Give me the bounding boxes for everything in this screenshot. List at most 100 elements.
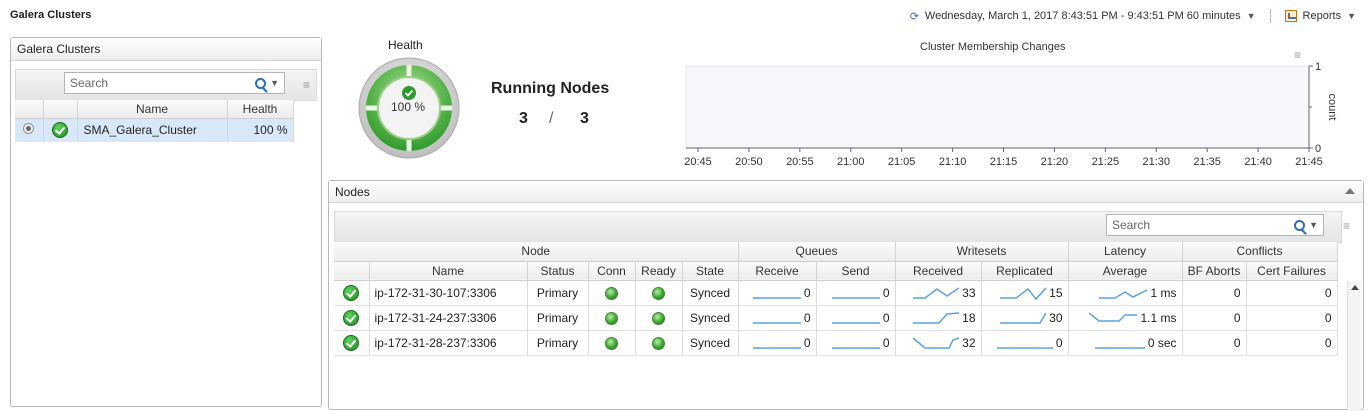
x-tick-label: 20:45 [684,156,712,168]
node-status-ok-icon [343,284,360,301]
row-radio[interactable] [23,123,35,135]
sparkline [1000,286,1047,300]
panel-title: Galera Clusters [11,38,321,61]
group-header-node: Node [334,242,739,262]
column-menu-icon[interactable]: ≡ [303,78,310,92]
node-state: Synced [682,305,739,331]
receive-value: 0 [803,310,811,325]
vertical-scrollbar[interactable] [1347,281,1361,411]
cluster-name[interactable]: SMA_Galera_Cluster [77,118,228,142]
x-tick-label: 21:05 [888,156,916,168]
table-row[interactable]: ip-172-31-28-237:3306 Primary Synced 0 0… [334,330,1338,356]
sparkline [913,286,960,299]
chart-title: Cluster Membership Changes [920,41,1066,53]
replicated-value: 15 [1049,285,1063,300]
table-row[interactable]: ip-172-31-24-237:3306 Primary Synced 0 0… [334,305,1338,331]
y-tick-label: 1 [1315,61,1321,73]
sparkline [831,321,880,324]
bf-aborts-value: 0 [1233,285,1241,300]
search-options-icon[interactable]: ▼ [270,78,279,88]
time-range-dropdown-icon[interactable]: ▼ [1247,11,1256,21]
collapse-icon[interactable] [1345,188,1355,194]
column-header-send[interactable]: Send [816,261,896,281]
top-toolbar: ⟳ Wednesday, March 1, 2017 8:43:51 PM - … [910,9,1356,23]
cluster-membership-chart: 20:45 20:50 20:55 21:00 21:05 21:10 21:15 21:20… [684,61,1338,168]
send-value: 0 [882,285,890,300]
group-header-queues: Queues [738,242,896,262]
y-tick-label: 0 [1315,143,1321,155]
sparkline [1094,346,1145,349]
node-status-ok-icon [343,309,360,326]
status-ok-icon [52,122,68,139]
column-header-status[interactable]: Status [527,261,589,281]
y-axis-label: count [1326,94,1338,121]
time-range-selector[interactable]: Wednesday, March 1, 2017 8:43:51 PM - 9:… [925,10,1241,22]
health-label: Health [388,38,423,52]
cluster-search-input[interactable]: Search ▼ [64,72,285,94]
receive-value: 0 [803,335,811,350]
node-status: Primary [527,280,589,306]
column-header-replicated[interactable]: Replicated [981,261,1069,281]
reports-button[interactable]: Reports [1303,10,1342,22]
status-column-header [43,100,78,119]
cert-failures-value: 0 [1324,310,1332,325]
sparkline [831,296,880,299]
search-options-icon[interactable]: ▼ [1309,220,1318,230]
reports-icon [1284,10,1297,22]
x-tick-label: 21:10 [939,156,967,168]
nodes-search-input[interactable]: Search ▼ [1106,214,1324,236]
table-row[interactable]: ip-172-31-30-107:3306 Primary Synced 0 0… [334,280,1338,306]
column-header-health[interactable]: Health [227,100,294,119]
time-range-icon: ⟳ [909,10,919,23]
node-name[interactable]: ip-172-31-30-107:3306 [369,280,528,306]
x-tick-label: 21:25 [1092,156,1120,168]
column-header-name[interactable]: Name [77,100,228,119]
column-header-received[interactable]: Received [895,261,982,281]
x-tick-label: 21:30 [1142,156,1170,168]
sparkline [1000,312,1047,324]
node-name[interactable]: ip-172-31-28-237:3306 [369,330,528,356]
select-column-header [15,100,44,119]
search-icon[interactable] [1294,219,1306,231]
column-header-conn[interactable]: Conn [588,261,636,281]
sparkline [831,346,880,349]
column-menu-icon[interactable]: ≡ [1343,219,1350,233]
send-value: 0 [882,310,890,325]
group-header-conflicts: Conflicts [1182,242,1338,262]
node-state: Synced [682,280,739,306]
ready-led-icon [652,311,665,325]
cluster-health: 100 % [227,118,294,142]
panel-title: Nodes [329,181,1363,203]
health-value: 100 % [390,100,426,114]
x-tick-label: 20:55 [786,156,814,168]
search-icon[interactable] [255,77,267,89]
x-tick-label: 21:15 [990,156,1018,168]
group-header-latency: Latency [1068,242,1183,262]
column-header-cert-failures[interactable]: Cert Failures [1246,261,1338,281]
column-header-name[interactable]: Name [369,261,528,281]
node-name[interactable]: ip-172-31-24-237:3306 [369,305,528,331]
send-value: 0 [882,335,890,350]
nodes-panel: Nodes Search ▼ ≡ Node Queues Writesets L… [328,180,1364,411]
sparkline [1089,311,1138,322]
column-header-ready[interactable]: Ready [635,261,683,281]
replicated-value: 0 [1055,335,1063,350]
average-value: 0 sec [1147,335,1177,350]
cert-failures-value: 0 [1324,335,1332,350]
reports-dropdown-icon[interactable]: ▼ [1347,11,1356,21]
column-header-receive[interactable]: Receive [738,261,817,281]
table-row[interactable]: SMA_Galera_Cluster 100 % [15,118,294,142]
conn-led-icon [605,336,618,350]
x-tick-label: 21:45 [1295,156,1323,168]
column-header-bf-aborts[interactable]: BF Aborts [1182,261,1247,281]
scroll-up-icon[interactable] [1351,285,1359,290]
received-value: 33 [962,285,976,300]
column-header-average[interactable]: Average [1068,261,1183,281]
galera-clusters-panel: Galera Clusters Search ▼ ≡ Name Health S… [10,37,322,407]
bf-aborts-value: 0 [1233,310,1241,325]
x-tick-label: 20:50 [735,156,763,168]
sparkline [913,336,960,349]
sparkline [913,311,960,324]
column-header-state[interactable]: State [682,261,739,281]
sparkline [752,296,801,299]
